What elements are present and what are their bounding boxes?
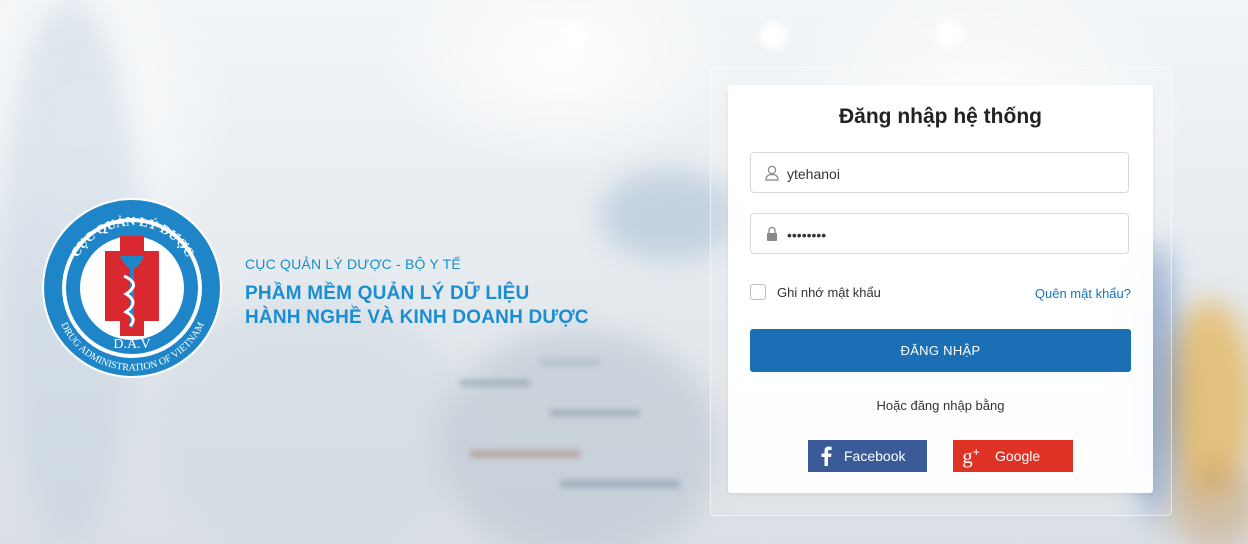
password-field[interactable]	[750, 213, 1129, 255]
facebook-label: Facebook	[844, 448, 906, 464]
brand-text: CỤC QUẢN LÝ DƯỢC - BỘ Y TẾ PHẦM MỀM QUẢN…	[245, 256, 589, 330]
facebook-login-button[interactable]: Facebook	[808, 440, 927, 472]
remember-checkbox[interactable]	[750, 284, 766, 300]
username-field[interactable]	[750, 152, 1129, 194]
login-card: Đăng nhập hệ thống Ghi nhớ mật khẩu Quên…	[728, 85, 1153, 493]
login-title: Đăng nhập hệ thống	[839, 105, 1042, 128]
brand-agency: CỤC QUẢN LÝ DƯỢC - BỘ Y TẾ	[245, 256, 461, 272]
forgot-password-link[interactable]: Quên mật khẩu?	[1035, 286, 1131, 301]
username-input[interactable]	[785, 153, 1119, 194]
login-button[interactable]: ĐĂNG NHẬP	[750, 329, 1131, 372]
brand-title-line2: HÀNH NGHỀ VÀ KINH DOANH DƯỢC	[245, 307, 589, 328]
password-input[interactable]	[785, 214, 1119, 255]
user-icon	[765, 165, 779, 181]
lock-icon	[767, 226, 777, 241]
facebook-icon	[808, 446, 844, 466]
dav-logo: CỤC QUẢN LÝ DƯỢC DRUG ADMINISTRATION OF …	[42, 198, 222, 378]
alt-login-text: Hoặc đăng nhập bằng	[876, 398, 1005, 413]
logo-abbr: D.A.V	[113, 337, 150, 352]
google-login-button[interactable]: g + Google	[953, 440, 1073, 472]
logo-top-text: BỘ Y TẾ	[111, 204, 154, 217]
google-plus-icon: g +	[962, 443, 980, 468]
remember-label: Ghi nhớ mật khẩu	[777, 284, 881, 300]
brand-title-line1: PHẦM MỀM QUẢN LÝ DỮ LIỆU	[245, 283, 530, 304]
google-label: Google	[995, 448, 1041, 464]
remember-me[interactable]: Ghi nhớ mật khẩu	[750, 284, 881, 300]
